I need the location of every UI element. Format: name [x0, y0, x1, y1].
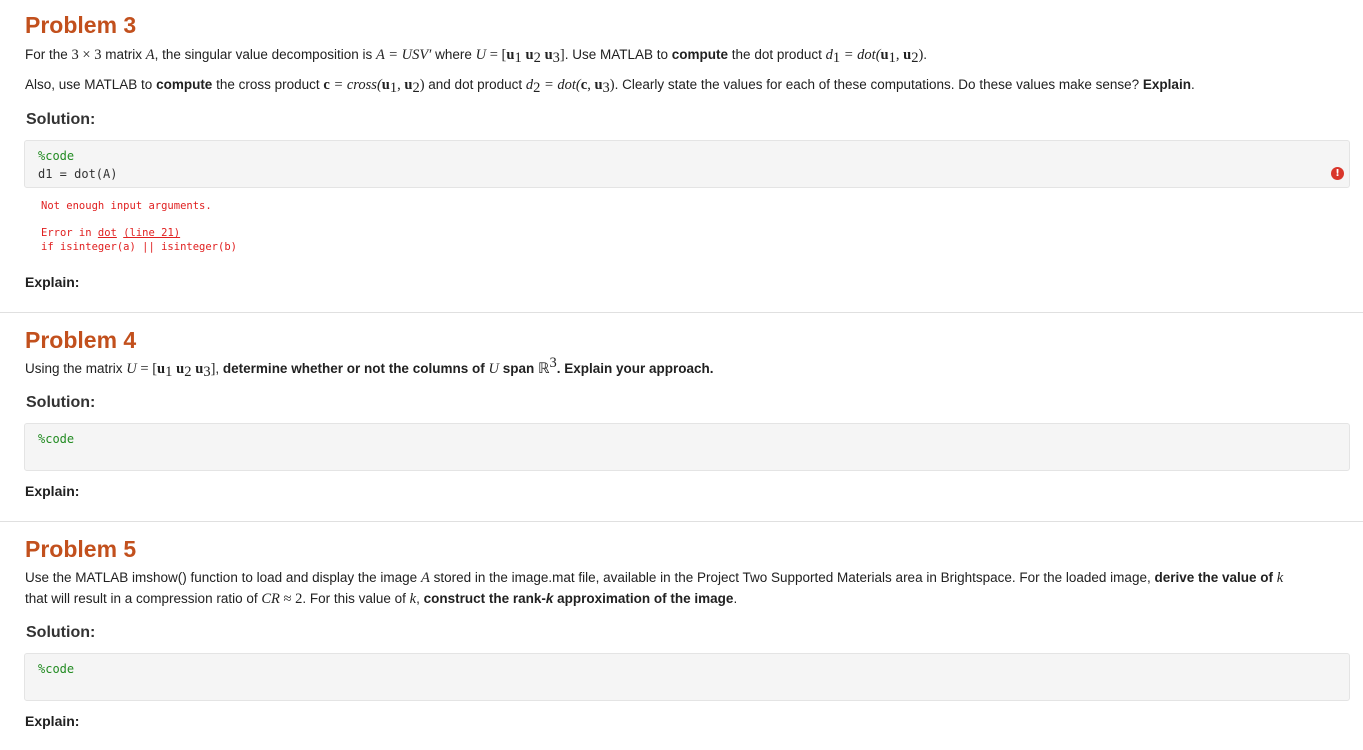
error-indicator-icon[interactable]: !	[1331, 167, 1344, 180]
section-divider	[0, 521, 1363, 522]
problem-4-explain-label: Explain:	[25, 483, 80, 499]
error-message: Not enough input arguments.	[41, 200, 212, 212]
code-line-statement: d1 = dot(A)	[38, 167, 118, 181]
problem-5-statement-line-1: Use the MATLAB imshow() function to load…	[25, 570, 1284, 586]
problem-5-explain-label: Explain:	[25, 713, 80, 729]
code-line-comment: %code	[38, 662, 75, 676]
code-line-comment: %code	[38, 149, 75, 163]
problem-3-solution-heading: Solution:	[26, 111, 96, 128]
problem-3-code-editor[interactable]: %code d1 = dot(A) !	[24, 140, 1350, 188]
problem-3-title: Problem 3	[25, 12, 137, 38]
problem-3-explain-label: Explain:	[25, 274, 80, 290]
error-line-link[interactable]: (line 21)	[123, 227, 180, 239]
error-function-link[interactable]: dot	[98, 227, 117, 239]
problem-3-statement-line-2: Also, use MATLAB to compute the cross pr…	[25, 77, 1195, 96]
problem-3-statement-line-1: For the 3 × 3 matrix A, the singular val…	[25, 47, 928, 66]
section-divider	[0, 312, 1363, 313]
problem-5-code-editor[interactable]: %code	[24, 653, 1350, 701]
problem-5-title: Problem 5	[25, 536, 137, 562]
error-source-code: if isinteger(a) || isinteger(b)	[41, 241, 237, 253]
problem-5-solution-heading: Solution:	[26, 624, 96, 641]
problem-4-solution-heading: Solution:	[26, 394, 96, 411]
problem-4-title: Problem 4	[25, 327, 137, 353]
problem-4-statement: Using the matrix U = [u1 u2 u3], determi…	[25, 355, 714, 380]
problem-5-statement-line-2: that will result in a compression ratio …	[25, 591, 738, 607]
error-location: Error in dot (line 21)	[41, 227, 181, 239]
code-line-comment: %code	[38, 432, 75, 446]
problem-4-code-editor[interactable]: %code	[24, 423, 1350, 471]
